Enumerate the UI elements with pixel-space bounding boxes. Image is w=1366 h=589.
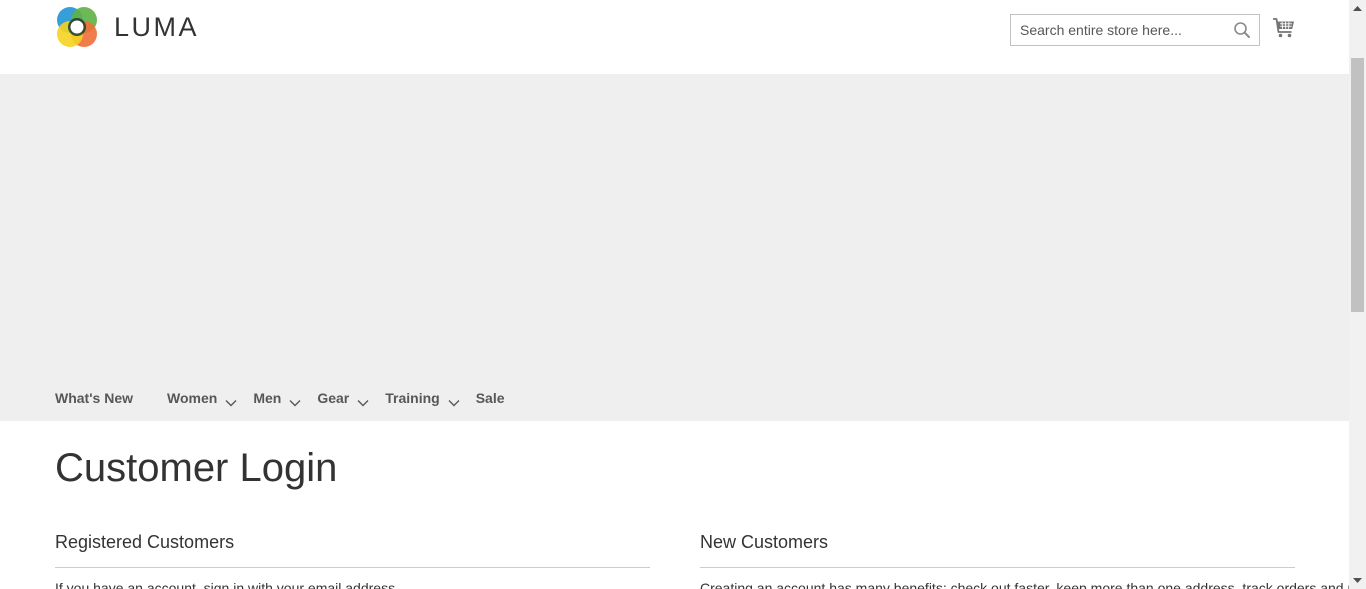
nav-item-gear[interactable]: Gear [317, 390, 369, 407]
nav-item-label: Women [167, 390, 218, 406]
nav-item-whats-new[interactable]: What's New [55, 390, 133, 406]
nav-item-label: Training [385, 390, 440, 406]
nav-item-women[interactable]: Women [167, 390, 237, 407]
chevron-down-icon [448, 394, 460, 407]
divider [700, 567, 1295, 568]
registered-customers-text: If you have an account, sign in with you… [55, 580, 399, 589]
navigation-banner [0, 74, 1349, 421]
search-input[interactable] [1011, 15, 1259, 45]
scrollbar-thumb[interactable] [1351, 58, 1364, 312]
chevron-down-icon [357, 394, 369, 407]
chevron-down-icon [289, 394, 301, 407]
main-navigation: What's New Women Men Gear Training Sale [55, 386, 521, 410]
nav-item-training[interactable]: Training [385, 390, 460, 407]
nav-item-label: Sale [475, 390, 505, 406]
luma-logo-icon [55, 5, 99, 49]
divider [55, 567, 650, 568]
store-logo[interactable]: LUMA [55, 5, 199, 49]
vertical-scrollbar[interactable] [1349, 0, 1366, 589]
chevron-down-icon [225, 394, 237, 407]
page: LUMA Search entire store here... What's … [0, 0, 1349, 589]
search-icon[interactable] [1233, 21, 1251, 39]
new-customers-title: New Customers [700, 532, 829, 552]
cart-icon[interactable] [1272, 16, 1296, 40]
nav-item-label: Gear [317, 390, 350, 406]
nav-item-men[interactable]: Men [253, 390, 301, 407]
page-title: Customer Login [55, 446, 338, 490]
search-box [1010, 14, 1260, 46]
site-header: LUMA [0, 0, 1349, 74]
new-customers-text: Creating an account has many benefits: c… [700, 580, 1349, 589]
nav-item-label: Men [253, 390, 282, 406]
scroll-up-arrow-icon[interactable] [1349, 0, 1366, 17]
nav-item-label: What's New [55, 390, 134, 406]
nav-item-sale[interactable]: Sale [476, 390, 505, 406]
scroll-down-arrow-icon[interactable] [1349, 572, 1366, 589]
logo-text: LUMA [114, 12, 200, 42]
registered-customers-title: Registered Customers [55, 532, 235, 552]
